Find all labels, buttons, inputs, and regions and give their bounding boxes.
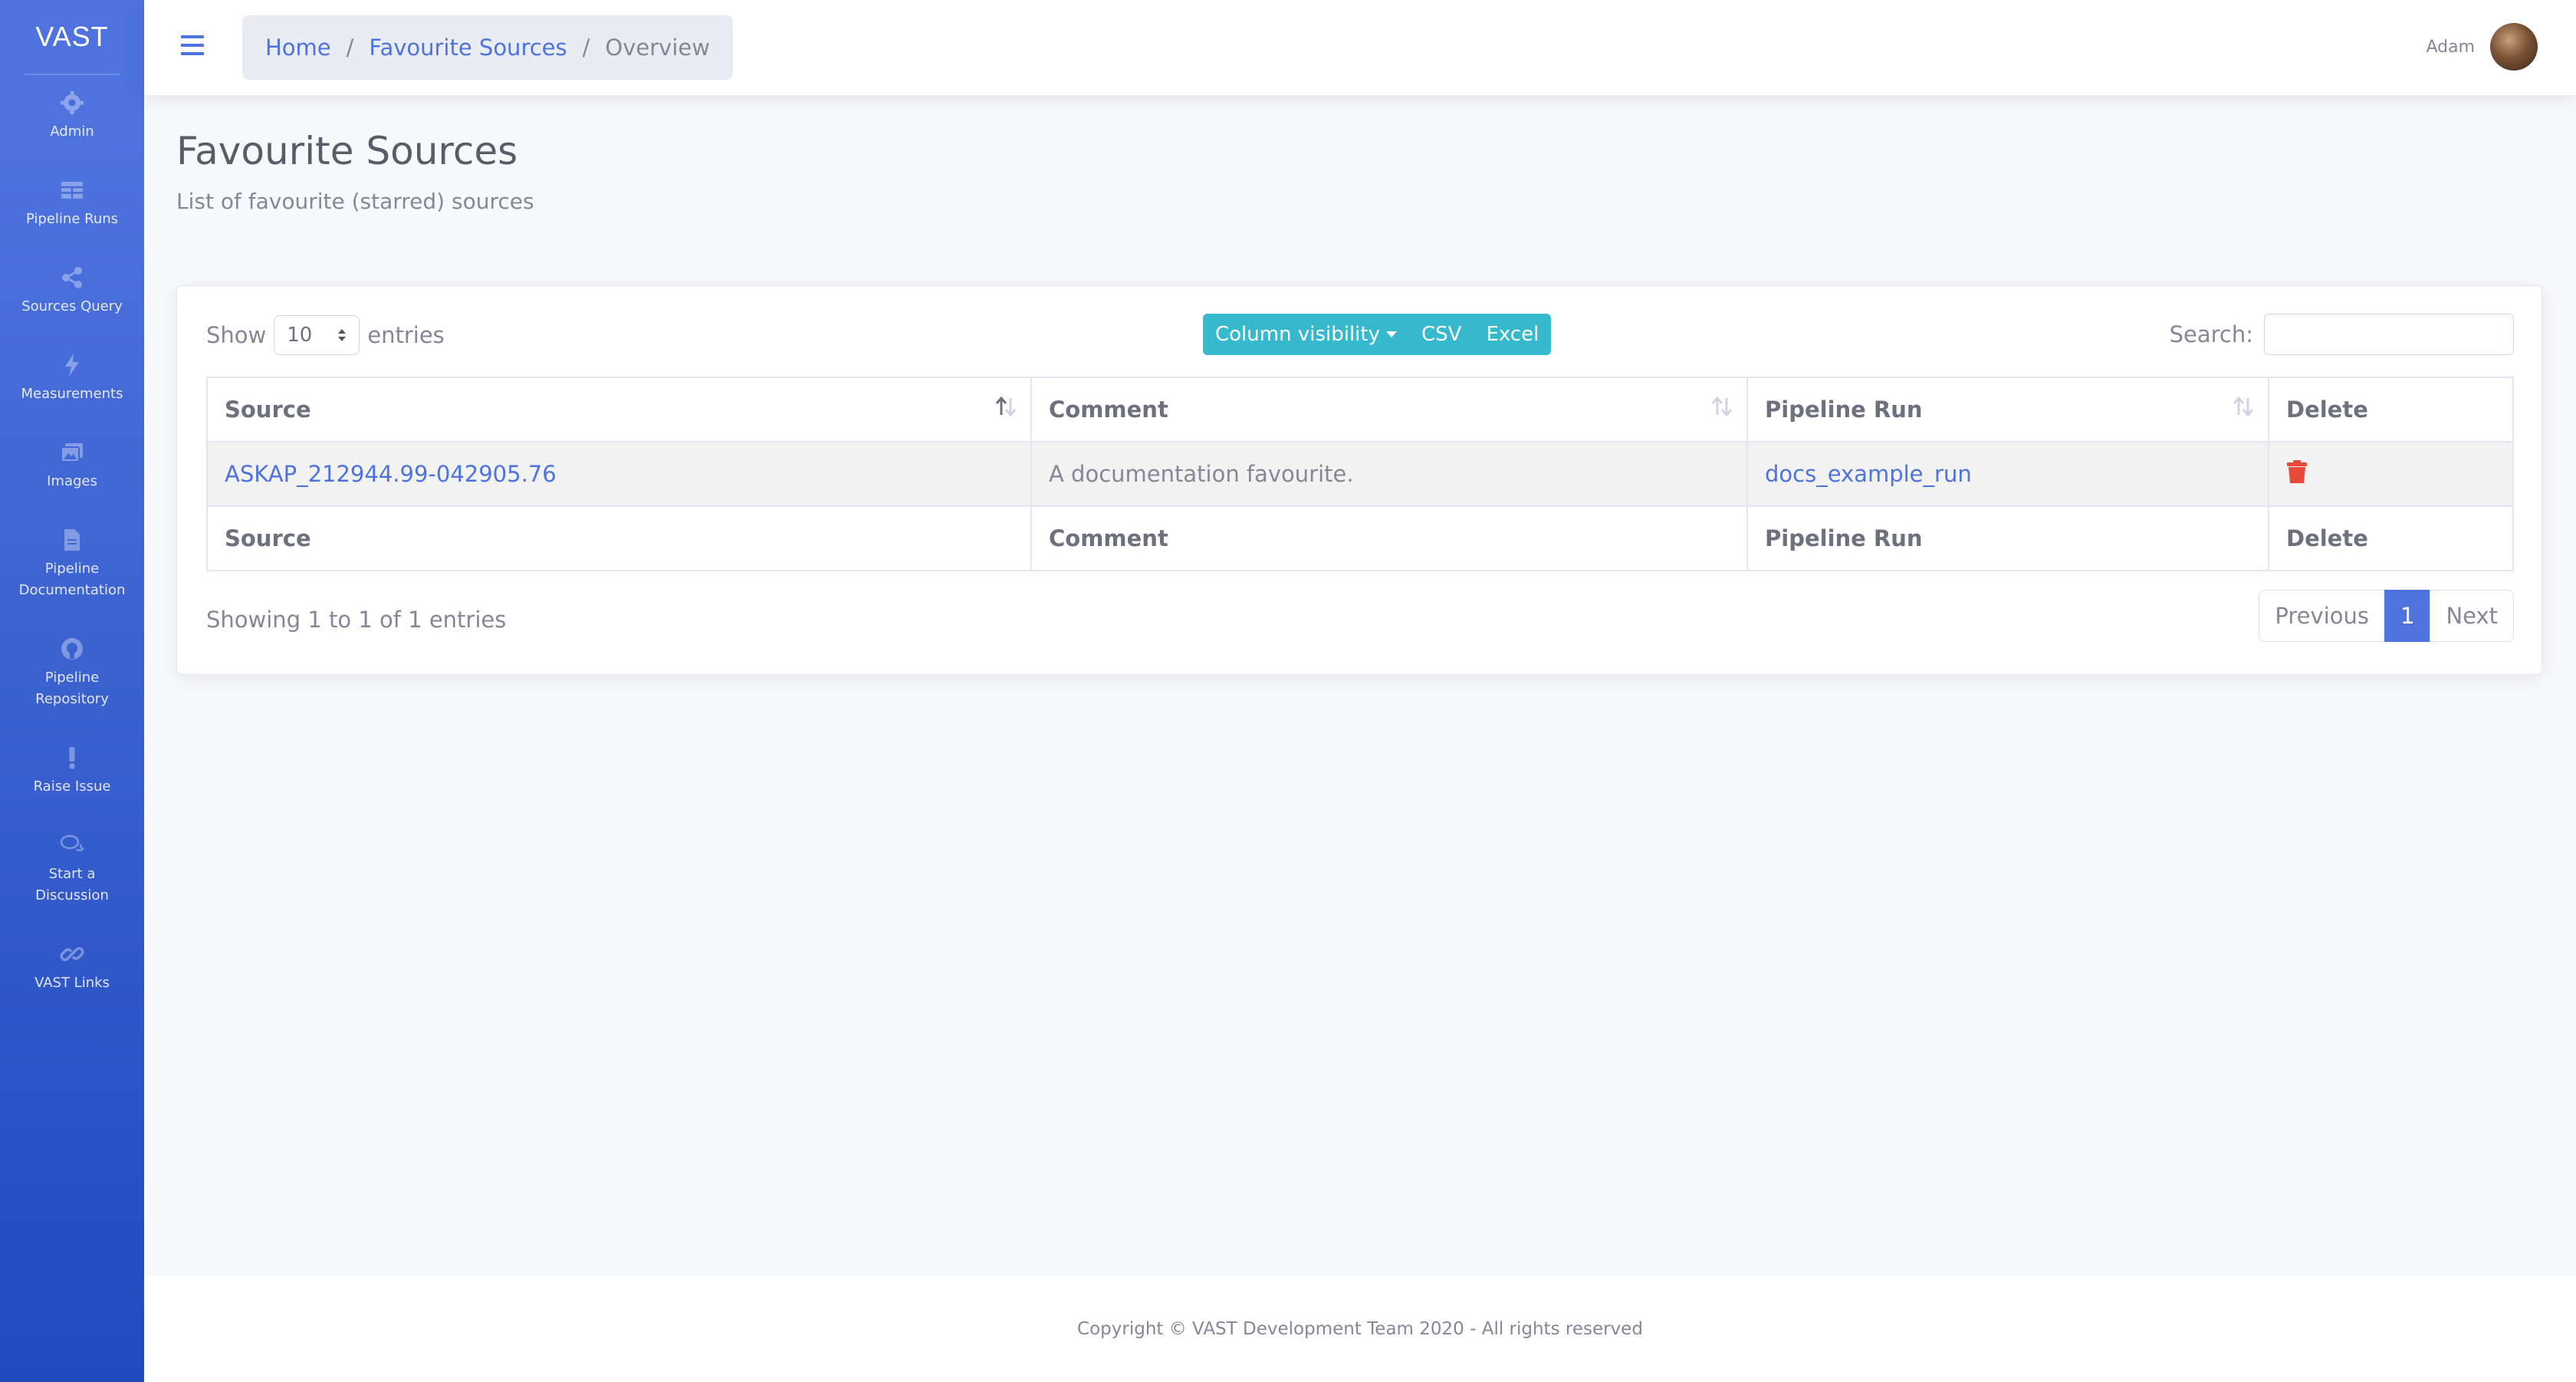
sidebar-item-pipeline-repository[interactable]: Pipeline Repository	[0, 637, 144, 710]
sidebar-item-measurements[interactable]: Measurements	[0, 353, 144, 405]
menu-bar	[181, 35, 204, 38]
sidebar-item-raise-issue[interactable]: Raise Issue	[0, 745, 144, 798]
table-icon	[61, 182, 83, 199]
menu-bar	[181, 44, 204, 47]
search-control: Search:	[2170, 314, 2514, 355]
cell-source: ASKAP_212944.99-042905.76	[206, 441, 1032, 507]
column-header-delete: Delete	[2268, 377, 2514, 443]
sort-icon	[1711, 396, 1733, 417]
footer: Copyright © VAST Development Team 2020 -…	[144, 1276, 2576, 1382]
sidebar-item-label: Admin	[50, 123, 94, 140]
column-header-label: Pipeline Run	[1765, 397, 1923, 423]
footer-header-source: Source	[206, 505, 1032, 571]
column-header-pipeline-run[interactable]: Pipeline Run	[1746, 377, 2269, 443]
sidebar-divider	[25, 74, 120, 75]
search-input[interactable]	[2264, 314, 2514, 355]
sidebar-item-label: Pipeline Repository	[35, 670, 109, 707]
sidebar-item-label: Raise Issue	[33, 778, 111, 795]
trash-icon[interactable]	[2286, 459, 2308, 484]
breadcrumb-separator: /	[346, 35, 354, 61]
user-name: Adam	[2426, 37, 2475, 57]
topbar: Home / Favourite Sources / Overview Adam	[144, 0, 2576, 95]
entries-select[interactable]: 10	[274, 315, 360, 355]
table-header-row: Source Comment Pipeline Run Delete	[206, 377, 2514, 443]
copyright-text: Copyright © VAST Development Team 2020 -…	[1077, 1319, 1643, 1339]
gear-icon	[61, 91, 84, 114]
github-icon	[61, 638, 83, 660]
avatar	[2490, 23, 2538, 71]
breadcrumb-current: Overview	[605, 35, 710, 61]
breadcrumb-home[interactable]: Home	[265, 35, 331, 61]
entries-length-control: Show 10 entries	[206, 315, 445, 355]
column-header-label: Source	[225, 397, 311, 423]
favourites-table: Source Comment Pipeline Run Delete ASKAP…	[206, 377, 2514, 571]
sidebar-item-pipeline-runs[interactable]: Pipeline Runs	[0, 178, 144, 230]
csv-button[interactable]: CSV	[1409, 314, 1474, 355]
sidebar-item-label: Pipeline Runs	[25, 211, 119, 227]
breadcrumb-separator: /	[582, 35, 590, 61]
favourites-card: Show 10 entries Column visibility CSV Ex…	[176, 285, 2542, 675]
footer-header-delete: Delete	[2268, 505, 2514, 571]
caret-down-icon	[1385, 331, 1397, 337]
sidebar-item-label: Measurements	[21, 386, 123, 402]
entries-label: entries	[367, 322, 445, 348]
menu-bar	[181, 52, 204, 55]
sidebar-item-admin[interactable]: Admin	[0, 90, 144, 143]
sidebar-item-sources-query[interactable]: Sources Query	[0, 265, 144, 318]
table-row: ASKAP_212944.99-042905.76 A documentatio…	[206, 441, 2514, 507]
images-icon	[61, 443, 83, 462]
pagination: Previous 1 Next	[2259, 590, 2514, 642]
breadcrumb-favourite-sources[interactable]: Favourite Sources	[369, 35, 567, 61]
page-subtitle: List of favourite (starred) sources	[176, 189, 534, 214]
exclamation-icon	[69, 747, 75, 769]
column-header-source[interactable]: Source	[206, 377, 1032, 443]
comments-icon	[60, 834, 84, 852]
footer-header-pipeline-run: Pipeline Run	[1746, 505, 2269, 571]
show-label: Show	[206, 322, 267, 348]
sort-icon	[2233, 396, 2254, 417]
sidebar-item-start-discussion[interactable]: Start a Discussion	[0, 833, 144, 907]
sidebar-item-label: Images	[47, 473, 97, 489]
excel-button[interactable]: Excel	[1474, 314, 1551, 355]
column-visibility-label: Column visibility	[1215, 323, 1380, 346]
table-footer-row: Source Comment Pipeline Run Delete	[206, 505, 2514, 571]
share-icon	[62, 267, 82, 288]
column-visibility-button[interactable]: Column visibility	[1203, 314, 1409, 355]
next-page-button[interactable]: Next	[2430, 590, 2514, 642]
source-link[interactable]: ASKAP_212944.99-042905.76	[225, 461, 557, 487]
column-header-label: Comment	[1049, 397, 1168, 423]
export-button-group: Column visibility CSV Excel	[1203, 314, 1552, 355]
sidebar-item-images[interactable]: Images	[0, 440, 144, 492]
link-icon	[60, 946, 84, 962]
sidebar-toggle-button[interactable]	[181, 35, 204, 58]
sidebar-item-label: Start a Discussion	[35, 866, 109, 903]
previous-page-button[interactable]: Previous	[2259, 590, 2385, 642]
file-icon	[64, 529, 80, 551]
cell-delete	[2268, 441, 2514, 507]
bolt-icon	[65, 354, 79, 377]
cell-pipeline-run: docs_example_run	[1746, 441, 2269, 507]
sidebar: VAST Admin Pipeline Runs Sources Query M…	[0, 0, 144, 1382]
column-header-comment[interactable]: Comment	[1030, 377, 1748, 443]
search-label: Search:	[2169, 321, 2253, 347]
page-1-button[interactable]: 1	[2384, 590, 2431, 642]
sidebar-item-pipeline-documentation[interactable]: Pipeline Documentation	[0, 528, 144, 601]
sidebar-item-label: Pipeline Documentation	[18, 561, 126, 598]
sidebar-item-label: Sources Query	[21, 298, 123, 314]
select-arrows-icon	[338, 329, 347, 341]
pipeline-run-link[interactable]: docs_example_run	[1765, 461, 1972, 487]
sidebar-item-label: VAST Links	[34, 975, 110, 991]
entries-select-value: 10	[287, 324, 313, 347]
table-info: Showing 1 to 1 of 1 entries	[206, 607, 507, 633]
page-title: Favourite Sources	[176, 129, 518, 173]
sort-ascending-icon	[995, 396, 1017, 417]
cell-comment: A documentation favourite.	[1030, 441, 1748, 507]
footer-header-comment: Comment	[1030, 505, 1748, 571]
sidebar-item-vast-links[interactable]: VAST Links	[0, 942, 144, 994]
user-menu[interactable]: Adam	[2426, 23, 2538, 71]
breadcrumb: Home / Favourite Sources / Overview	[242, 15, 733, 80]
brand-logo[interactable]: VAST	[0, 0, 144, 74]
